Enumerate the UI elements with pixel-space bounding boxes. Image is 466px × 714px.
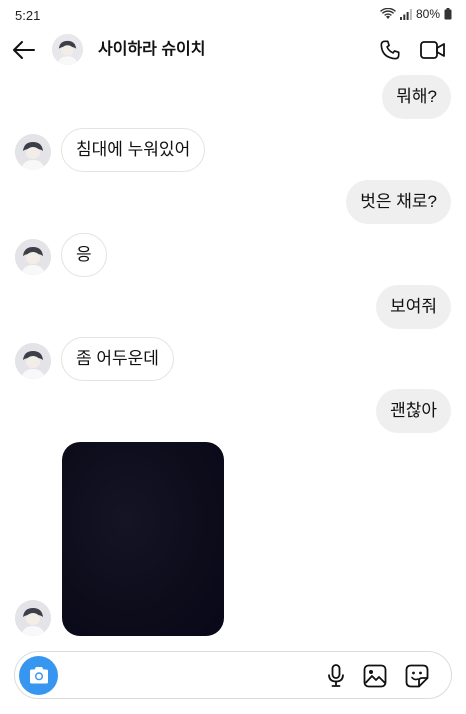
contact-avatar[interactable] [15, 600, 51, 636]
status-time: 5:21 [15, 8, 41, 23]
contact-avatar[interactable] [15, 134, 51, 170]
message-sent[interactable]: 보여줘 [376, 285, 451, 329]
sticker-icon[interactable] [403, 662, 431, 690]
header-avatar[interactable] [52, 34, 83, 65]
message-sent[interactable]: 벗은 채로? [346, 180, 451, 224]
contact-avatar[interactable] [15, 343, 51, 379]
wifi-icon [379, 8, 396, 20]
back-arrow-icon[interactable] [10, 36, 38, 64]
signal-icon [399, 8, 412, 20]
message-received[interactable]: 좀 어두운데 [61, 337, 174, 381]
battery-percent: 80% [415, 7, 440, 21]
chat-header: 사이하라 슈이치 [0, 30, 466, 74]
status-indicators: 80% [379, 7, 452, 21]
battery-icon [444, 8, 452, 20]
message-received[interactable]: 침대에 누워있어 [61, 128, 206, 172]
camera-icon[interactable] [19, 656, 58, 695]
status-bar: 5:21 80% [0, 0, 466, 30]
contact-name[interactable]: 사이하라 슈이치 [98, 35, 206, 59]
message-received[interactable]: 응 [61, 233, 107, 277]
video-call-icon[interactable] [418, 36, 448, 64]
message-input[interactable] [67, 662, 317, 690]
message-sent[interactable]: 뭐해? [382, 75, 451, 119]
gallery-icon[interactable] [362, 662, 388, 690]
contact-avatar[interactable] [15, 239, 51, 275]
message-composer [14, 651, 452, 699]
photo-message[interactable] [62, 442, 224, 636]
message-sent[interactable]: 괜찮아 [376, 389, 451, 433]
phone-icon[interactable] [376, 36, 404, 64]
microphone-icon[interactable] [323, 662, 349, 690]
